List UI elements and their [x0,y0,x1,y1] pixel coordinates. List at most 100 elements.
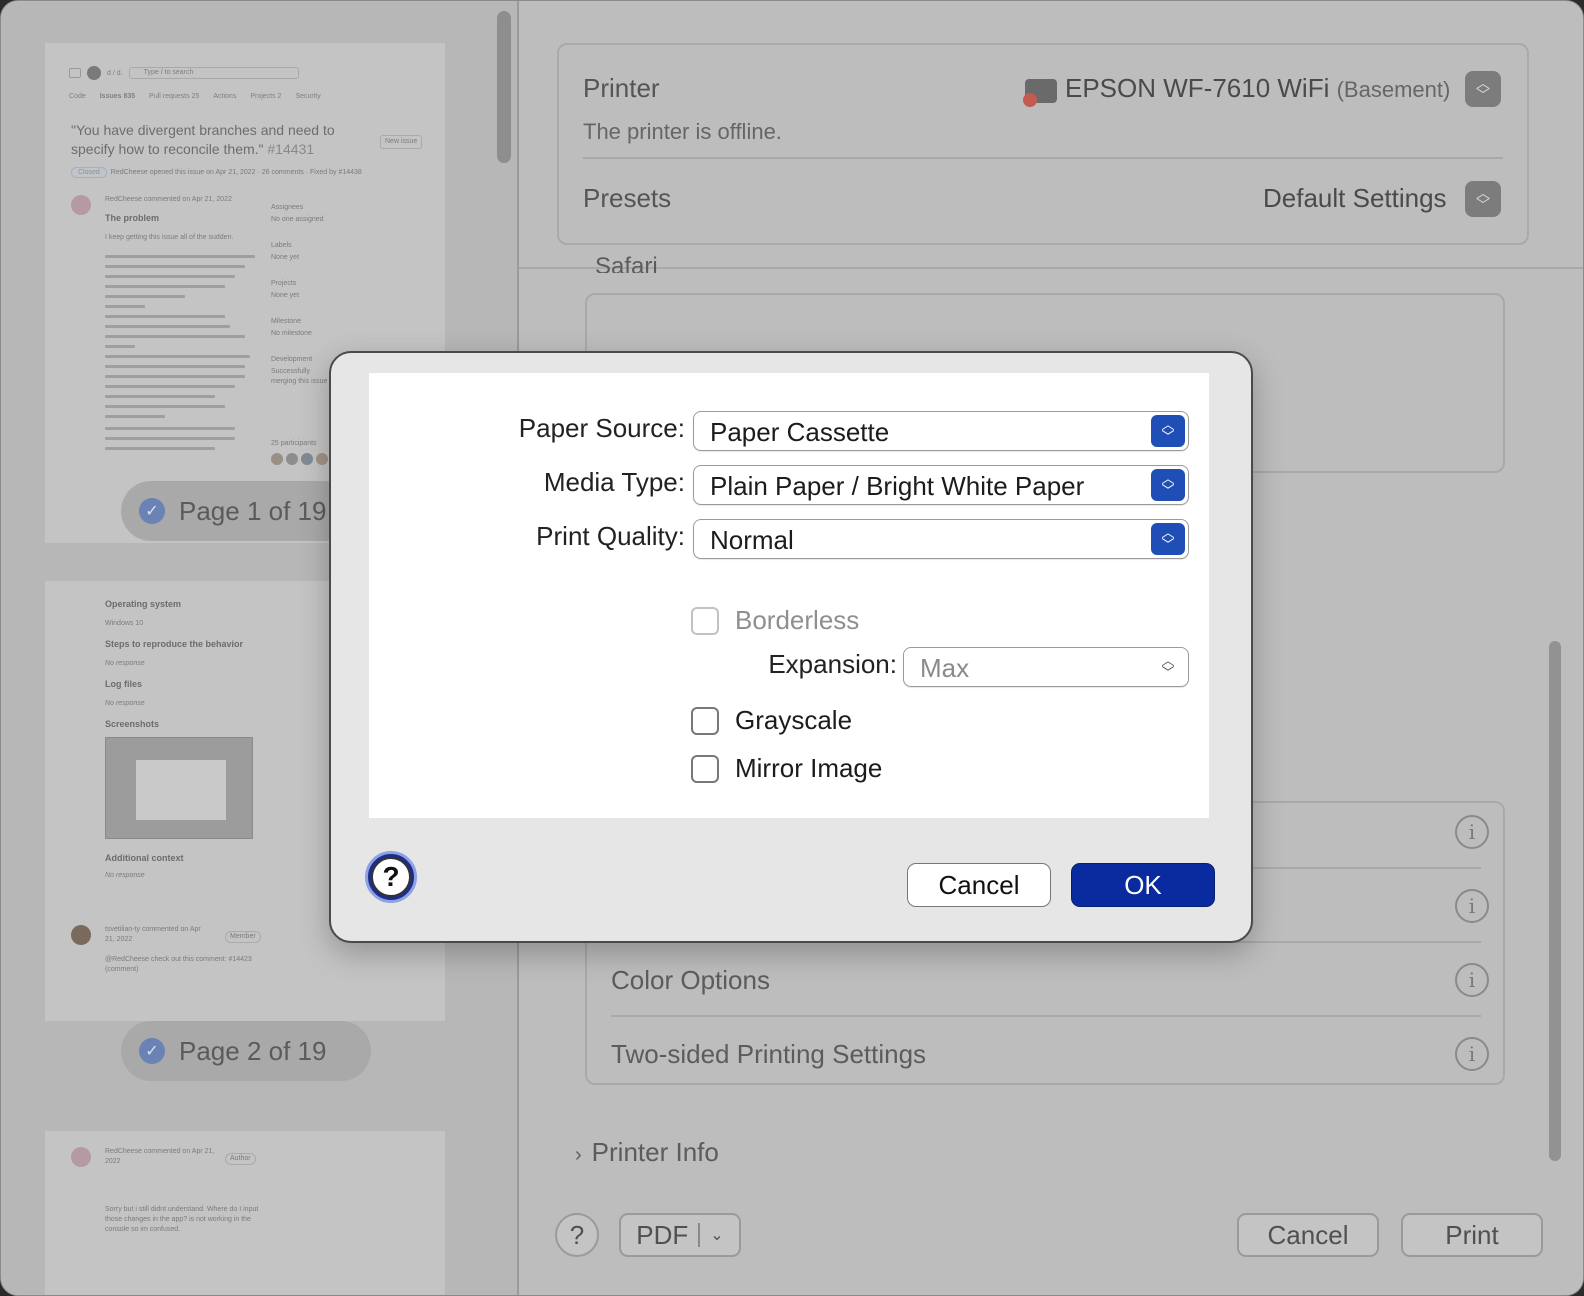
sidebar-milestone-value: No milestone [271,330,312,337]
help-button[interactable]: ? [555,1213,599,1257]
info-icon[interactable]: i [1455,815,1489,849]
media-type-label: Media Type: [543,467,685,497]
tab-code: Code [69,93,86,100]
sidebar-development: Development [271,356,313,363]
printer-select[interactable]: EPSON WF-7610 WiFi (Basement) [1065,73,1450,104]
cancel-button[interactable]: Cancel [907,863,1051,907]
comment-3-role: Author [225,1153,256,1165]
sidebar-projects: Projects [271,280,297,287]
expansion-select[interactable]: Max ︿ ﹀ [903,647,1189,687]
chevron-down-icon: ﹀ [1476,87,1490,103]
grayscale-checkbox[interactable] [691,707,719,735]
os-heading: Operating system [105,599,182,609]
ok-button[interactable]: OK [1071,863,1215,907]
cancel-button[interactable]: Cancel [1237,1213,1379,1257]
pdf-menu-button[interactable]: PDF ⌄ [619,1213,741,1257]
sidebar-labels-value: None yet [271,254,300,261]
chevron-right-icon: › [575,1144,582,1166]
comment-author: RedCheese commented on Apr 21, 2022 [105,196,232,203]
print-quality-label: Print Quality: [536,521,685,551]
print-window: d / d. Type / to search Code Issues 835 … [0,0,1584,1296]
comment-2-text: @RedCheese check out this comment: #1442… [105,956,252,973]
borderless-checkbox[interactable] [691,607,719,635]
grayscale-label: Grayscale [735,705,853,735]
printer-info-disclosure[interactable]: › Printer Info [575,1137,719,1168]
separator [698,1223,701,1247]
borderless-label: Borderless [735,605,860,635]
printer-label: Printer [583,73,660,103]
paper-source-select[interactable]: Paper Cassette ︿ ﹀ [693,411,1189,451]
header-divider [519,267,1583,269]
info-icon[interactable]: i [1455,963,1489,997]
popup-arrows-icon: ︿ ﹀ [1151,469,1185,501]
info-icon[interactable]: i [1455,889,1489,923]
os-value: Windows 10 [105,620,144,627]
issue-status: Closed RedCheese opened this issue on Ap… [71,167,362,178]
problem-intro: I keep getting this issue all of the sud… [105,234,234,241]
issue-number: #14431 [267,141,315,157]
commenter-avatar [71,925,91,945]
sidebar-assignees: Assignees [271,204,304,211]
printer-status: The printer is offline. [583,119,782,144]
print-button[interactable]: Print [1401,1213,1543,1257]
page-2-selector[interactable]: ✓ Page 2 of 19 [121,1021,371,1081]
mirror-image-checkbox[interactable] [691,755,719,783]
log-value: No response [105,700,145,707]
print-quality-select[interactable]: Normal ︿ ﹀ [693,519,1189,559]
comment-3-text: Sorry but i still didnt understand. Wher… [105,1206,259,1233]
print-quality-value: Normal [710,525,794,555]
log-heading: Log files [105,679,143,689]
checkmark-icon: ✓ [139,498,165,524]
problem-heading: The problem [105,213,160,223]
sidebar-labels: Labels [271,242,292,249]
sidebar-development-value: Successfully merging this issue [271,368,328,385]
tab-actions: Actions [213,93,237,100]
screenshots-heading: Screenshots [105,719,160,729]
sidebar-milestone: Milestone [271,318,301,325]
divider [583,157,1503,159]
steps-value: No response [105,660,145,667]
safari-section-label[interactable]: Safari [595,253,658,273]
presets-label: Presets [583,183,672,213]
paper-source-label: Paper Source: [518,413,685,443]
settings-scrollbar[interactable] [1549,641,1561,1161]
page-thumbnail-3[interactable]: RedCheese commented on Apr 21, 2022 Auth… [45,1131,445,1295]
popup-arrows-icon: ︿ ﹀ [1151,523,1185,555]
presets-stepper[interactable]: ︿ ﹀ [1465,181,1501,217]
chevron-down-icon: ﹀ [1476,197,1490,213]
github-tabs: Code Issues 835 Pull requests 25 Actions… [69,93,445,100]
github-search-input: Type / to search [128,67,299,79]
popup-arrows-icon: ︿ ﹀ [1151,415,1185,447]
tab-projects: Projects 2 [250,93,282,100]
steps-heading: Steps to reproduce the behavior [105,639,244,649]
page-1-label: Page 1 of 19 [179,495,327,526]
two-sided-label[interactable]: Two-sided Printing Settings [611,1039,926,1070]
printer-name: EPSON WF-7610 WiFi [1065,73,1330,103]
context-heading: Additional context [105,853,184,863]
status-badge: Closed [71,167,107,178]
expansion-label: Expansion: [768,649,897,679]
media-type-value: Plain Paper / Bright White Paper [710,471,1085,501]
color-options-label[interactable]: Color Options [611,965,770,996]
preview-scrollbar[interactable] [497,11,511,163]
presets-value[interactable]: Default Settings [1263,183,1447,214]
media-type-select[interactable]: Plain Paper / Bright White Paper ︿ ﹀ [693,465,1189,505]
paper-source-value: Paper Cassette [710,417,890,447]
printer-box: Printer EPSON WF-7610 WiFi (Basement) ︿ ﹀… [557,43,1529,245]
repo-path: d / d. [107,69,123,77]
sidebar-assignees-value: No one assigned [271,216,324,223]
embedded-screenshot [105,737,253,839]
issue-meta: RedCheese opened this issue on Apr 21, 2… [110,169,362,176]
context-value: No response [105,872,145,879]
expansion-value: Max [920,653,970,683]
printer-location: (Basement) [1336,77,1451,102]
printer-features-sheet: Paper Source: Paper Cassette ︿ ﹀ Media Ty… [329,351,1253,943]
comment-2-role: Member [225,931,261,943]
printer-stepper[interactable]: ︿ ﹀ [1465,71,1501,107]
popup-arrows-icon: ︿ ﹀ [1161,653,1175,680]
info-icon[interactable]: i [1455,1037,1489,1071]
help-button[interactable]: ? [365,851,417,903]
avatar [71,195,91,215]
chevron-down-icon: ⌄ [710,1227,724,1244]
tab-issues: Issues 835 [99,93,136,100]
